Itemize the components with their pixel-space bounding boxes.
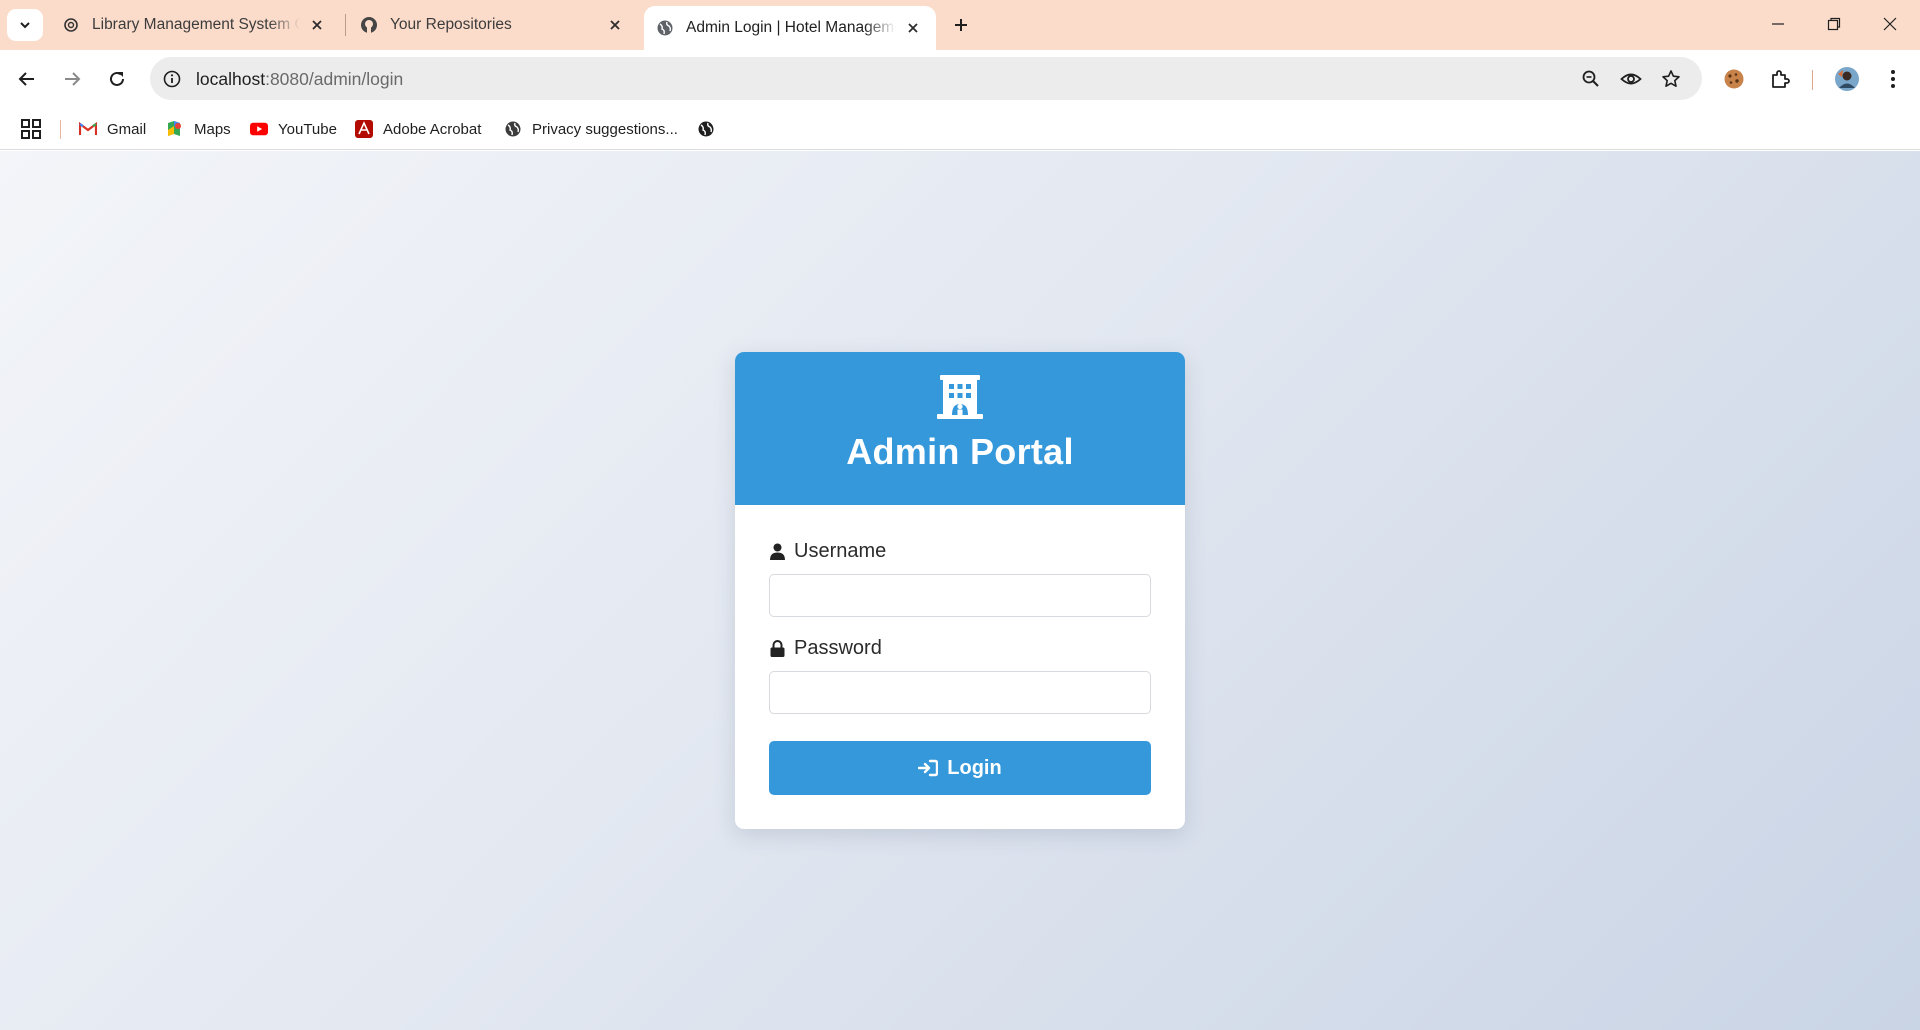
- apps-grid-icon[interactable]: [20, 118, 42, 140]
- arrow-right-icon: [65, 72, 81, 86]
- chatgpt-icon: [62, 16, 80, 34]
- bookmark-label: YouTube: [278, 120, 337, 138]
- reload-button[interactable]: [99, 61, 135, 97]
- login-card: Admin Portal Username Password Login: [735, 352, 1185, 829]
- user-icon: [769, 543, 785, 561]
- site-info-icon[interactable]: [160, 67, 184, 91]
- acrobat-icon: [355, 120, 373, 138]
- login-button[interactable]: Login: [769, 741, 1151, 795]
- toolbar-separator: [1812, 70, 1813, 90]
- eye-icon[interactable]: [1618, 66, 1644, 92]
- username-label: Username: [769, 540, 886, 563]
- chevron-down-icon: [20, 22, 30, 29]
- close-icon[interactable]: [902, 17, 924, 39]
- bookmark-star-icon[interactable]: [1658, 66, 1684, 92]
- password-input[interactable]: [769, 671, 1151, 714]
- bookmark-youtube[interactable]: YouTube: [250, 116, 337, 142]
- bookmark-maps[interactable]: Maps: [166, 116, 231, 142]
- bookmark-acrobat[interactable]: Adobe Acrobat: [355, 116, 481, 142]
- close-icon[interactable]: [604, 14, 626, 36]
- back-button[interactable]: [9, 61, 45, 97]
- login-button-label: Login: [947, 756, 1002, 779]
- plus-icon: [955, 19, 967, 31]
- tab-strip: Library Management System O Your Reposit…: [0, 0, 1920, 50]
- restore-icon: [1827, 17, 1841, 31]
- avatar[interactable]: [1832, 64, 1862, 94]
- globe-icon: [656, 19, 674, 37]
- more-vert-icon: [1891, 70, 1895, 88]
- bookmarks-bar: Gmail Maps YouTube Adobe Acrobat Privacy…: [0, 108, 1920, 150]
- minimize-icon: [1772, 23, 1784, 25]
- card-header: Admin Portal: [735, 352, 1185, 505]
- minimize-button[interactable]: [1750, 0, 1806, 48]
- tab-title: Library Management System O: [92, 16, 300, 33]
- username-input[interactable]: [769, 574, 1151, 617]
- hotel-icon: [937, 375, 983, 419]
- page-background: Admin Portal Username Password Login: [0, 151, 1920, 1030]
- restore-button[interactable]: [1806, 0, 1862, 48]
- github-icon: [360, 16, 378, 34]
- extensions-icon[interactable]: [1765, 64, 1795, 94]
- url-host: localhost: [196, 69, 266, 89]
- bookmark-label: Adobe Acrobat: [383, 120, 482, 138]
- address-bar[interactable]: localhost:8080/admin/login: [150, 57, 1702, 100]
- youtube-icon: [250, 120, 268, 138]
- browser-toolbar: localhost:8080/admin/login: [0, 50, 1920, 108]
- password-label-text: Password: [794, 637, 882, 659]
- bookmark-label: Gmail: [107, 120, 147, 138]
- tab-title: Admin Login | Hotel Manageme: [686, 19, 896, 36]
- url-path: :8080/admin/login: [265, 69, 404, 89]
- bookmark-label: Privacy suggestions...: [532, 120, 678, 138]
- close-icon[interactable]: [306, 14, 328, 36]
- reload-icon: [110, 71, 124, 86]
- tab-separator: [345, 14, 346, 36]
- cookie-extension-icon[interactable]: [1719, 64, 1749, 94]
- zoom-icon[interactable]: [1578, 66, 1604, 92]
- globe-icon: [697, 120, 715, 138]
- tab-title: Your Repositories: [390, 16, 512, 33]
- maps-icon: [166, 120, 184, 138]
- bookmark-label: Maps: [194, 120, 231, 138]
- tab-library[interactable]: Library Management System O: [50, 8, 340, 42]
- close-icon: [1883, 17, 1897, 31]
- password-label: Password: [769, 637, 882, 660]
- gmail-icon: [79, 120, 97, 138]
- window-close-button[interactable]: [1862, 0, 1918, 48]
- bookmark-globe[interactable]: [697, 116, 725, 142]
- tab-repositories[interactable]: Your Repositories: [348, 8, 638, 42]
- sign-in-icon: [918, 758, 939, 778]
- browser-menu-button[interactable]: [1878, 64, 1908, 94]
- forward-button[interactable]: [54, 61, 90, 97]
- new-tab-button[interactable]: [945, 9, 977, 41]
- globe-icon: [504, 120, 522, 138]
- page-title: Admin Portal: [846, 431, 1074, 472]
- bookmark-privacy[interactable]: Privacy suggestions...: [504, 116, 678, 142]
- bookmarks-divider: [60, 120, 61, 139]
- tab-search-button[interactable]: [7, 9, 43, 41]
- arrow-left-icon: [18, 72, 34, 86]
- username-label-text: Username: [794, 540, 887, 562]
- tab-admin-login[interactable]: Admin Login | Hotel Manageme: [644, 6, 936, 50]
- bookmark-gmail[interactable]: Gmail: [79, 116, 146, 142]
- url-text[interactable]: localhost:8080/admin/login: [196, 69, 403, 90]
- lock-icon: [769, 640, 785, 658]
